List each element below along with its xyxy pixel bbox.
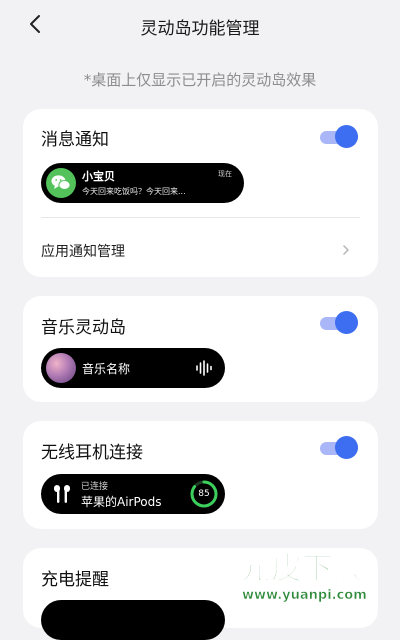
notification-sender: 小宝贝	[82, 170, 115, 183]
message-notification-title: 消息通知	[41, 130, 109, 150]
toggle-knob	[335, 311, 358, 334]
music-island-card: 音乐灵动岛 音乐名称	[23, 296, 378, 402]
toggle-knob	[335, 436, 358, 459]
earphone-island-preview: 已连接 苹果的AirPods 85	[41, 474, 225, 514]
message-notification-card: 消息通知 小宝贝 现在 今天回来吃饭吗？今天回来... 应用通知管理	[23, 109, 378, 277]
music-island-toggle[interactable]	[320, 311, 358, 335]
message-island-preview: 小宝贝 现在 今天回来吃饭吗？今天回来...	[41, 163, 244, 203]
toggle-knob	[335, 125, 358, 148]
track-name: 音乐名称	[82, 362, 131, 376]
charging-island-preview	[41, 600, 225, 640]
earbuds-icon	[54, 485, 70, 503]
watermark-url: www.yuanpi.com	[242, 588, 367, 603]
notification-message: 今天回来吃饭吗？今天回来...	[82, 187, 186, 196]
sound-wave-icon	[196, 360, 212, 376]
message-notification-toggle[interactable]	[320, 125, 358, 149]
hint-text: *桌面上仅显示已开启的灵动岛效果	[83, 71, 317, 89]
device-name: 苹果的AirPods	[81, 495, 162, 509]
earphone-connection-toggle[interactable]	[320, 436, 358, 460]
divider	[41, 217, 360, 218]
wechat-icon	[46, 168, 76, 198]
battery-percent: 85	[198, 489, 210, 499]
charging-reminder-title: 充电提醒	[41, 570, 109, 590]
connection-status: 已连接	[81, 482, 109, 492]
watermark-main: 元皮下载	[240, 551, 364, 587]
watermark: 元皮下载 www.yuanpi.com	[236, 545, 396, 605]
earphone-connection-title: 无线耳机连接	[41, 443, 143, 463]
header: 灵动岛功能管理	[0, 0, 400, 50]
app-notification-management-label: 应用通知管理	[41, 244, 125, 260]
earphone-connection-card: 无线耳机连接 已连接 苹果的AirPods 85	[23, 421, 378, 529]
page-title: 灵动岛功能管理	[140, 19, 260, 39]
music-island-title: 音乐灵动岛	[41, 318, 126, 338]
album-art	[46, 353, 76, 383]
music-island-preview: 音乐名称	[41, 348, 225, 388]
notification-time: 现在	[218, 170, 232, 178]
chevron-right-icon	[343, 245, 349, 255]
